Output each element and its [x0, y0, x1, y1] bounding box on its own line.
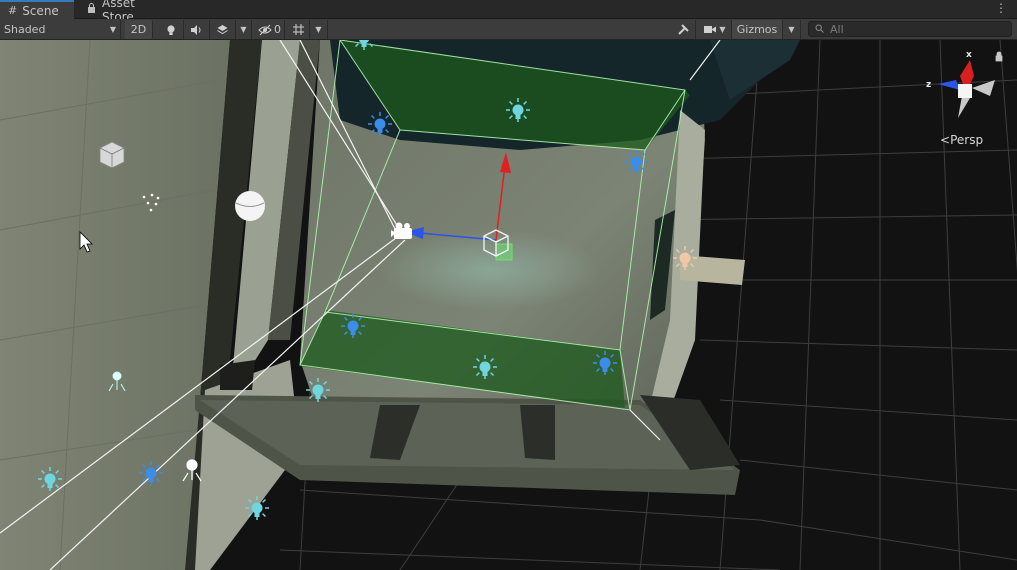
search-placeholder: All	[830, 22, 844, 36]
grid-icon	[293, 24, 304, 35]
audio-toggle[interactable]	[184, 20, 210, 39]
lightbulb-icon	[166, 24, 175, 35]
light-bulb-gizmo-icon	[38, 467, 62, 491]
light-bulb-gizmo-icon	[354, 40, 374, 50]
chevron-down-icon: ▼	[240, 25, 247, 34]
tools-icon	[678, 24, 689, 35]
shading-mode-label: Shaded	[4, 23, 46, 36]
tools-button[interactable]	[672, 20, 696, 39]
hash-icon: #	[8, 4, 18, 17]
speaker-icon	[191, 24, 201, 35]
effects-dropdown[interactable]: ▼	[236, 20, 252, 39]
light-bulb-gizmo-icon	[306, 378, 330, 402]
chevron-down-icon: ▼	[315, 25, 322, 34]
more-options-icon[interactable]: ⋮	[995, 1, 1007, 15]
scene-toolbar: Shaded ▼ 2D ▼ 0 ▼ ▼ Gizmos ▼ All	[0, 19, 1017, 40]
scene-visibility-toggle[interactable]: 0	[255, 20, 285, 39]
tab-bar: # Scene Asset Store ⋮	[0, 0, 1017, 24]
projection-toggle[interactable]: <Persp	[940, 133, 983, 147]
light-bulb-gizmo-icon	[368, 112, 392, 136]
layers-icon	[217, 24, 228, 34]
hidden-count: 0	[274, 23, 281, 36]
tab-scene[interactable]: # Scene	[0, 0, 74, 19]
chevron-down-icon: ▼	[109, 25, 116, 34]
tab-scene-label: Scene	[22, 3, 59, 18]
light-bulb-gizmo-icon	[473, 355, 497, 379]
chevron-down-icon: ▼	[788, 25, 795, 34]
scene-viewport[interactable]: x z <Persp	[0, 40, 1017, 570]
camera-settings-button[interactable]: ▼	[698, 20, 732, 39]
toggle-2d-label: 2D	[130, 23, 147, 36]
tab-asset-store[interactable]: Asset Store	[78, 0, 174, 24]
light-bulb-gizmo-icon	[673, 246, 697, 270]
chevron-down-icon: ▼	[719, 25, 726, 34]
light-bulb-gizmo-icon	[341, 314, 365, 338]
light-bulb-gizmo-icon	[624, 150, 648, 174]
search-icon	[815, 23, 824, 36]
projection-label: Persp	[950, 133, 984, 147]
chevron-left-icon: <	[940, 133, 951, 147]
camera-icon	[704, 26, 717, 33]
light-bulb-gizmo-icon	[593, 351, 617, 375]
eye-slash-icon	[258, 24, 272, 35]
gizmos-dropdown[interactable]: ▼	[783, 20, 801, 39]
effects-toggle[interactable]	[210, 20, 236, 39]
light-bulb-gizmo-icon	[139, 461, 163, 485]
shading-mode-dropdown[interactable]: Shaded ▼	[0, 20, 121, 39]
store-bag-icon	[86, 2, 97, 17]
lighting-toggle[interactable]	[158, 20, 184, 39]
grid-dropdown[interactable]: ▼	[310, 20, 328, 39]
light-bulb-gizmo-icon	[506, 98, 530, 122]
gizmos-label: Gizmos	[736, 23, 778, 36]
toggle-2d-button[interactable]: 2D	[125, 20, 153, 39]
light-gizmos-layer	[38, 40, 697, 520]
search-input[interactable]: All	[808, 21, 1012, 37]
grid-toggle[interactable]	[288, 20, 310, 39]
axis-z-label: z	[926, 80, 932, 90]
axis-x-label: x	[966, 50, 972, 60]
light-bulb-gizmo-icon	[245, 496, 269, 520]
gizmos-button[interactable]: Gizmos	[732, 20, 783, 39]
